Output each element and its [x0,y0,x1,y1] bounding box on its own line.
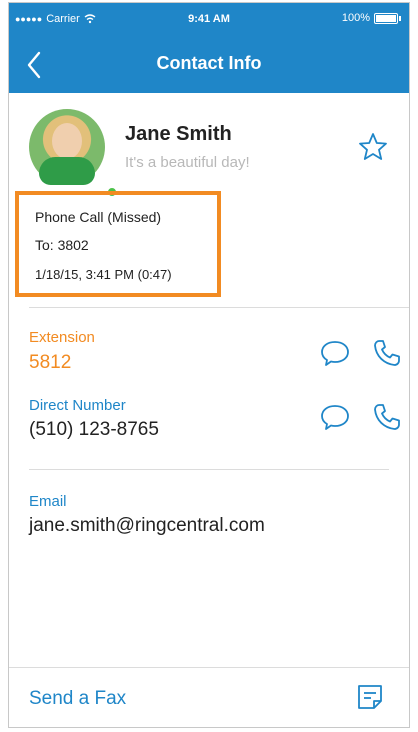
extension-label: Extension [29,329,95,346]
direct-call-button[interactable] [371,401,403,433]
extension-message-button[interactable] [319,337,351,369]
avatar[interactable] [29,109,118,198]
send-fax-button[interactable]: Send a Fax [29,688,126,710]
avatar-face [52,123,82,159]
direct-number-label: Direct Number [29,397,126,414]
contact-header: Jane Smith It's a beautiful day! [9,93,409,198]
fax-button[interactable] [355,682,387,714]
status-bar: ●●●●● Carrier 9:41 AM 100% [9,3,409,37]
missed-call-highlight: Phone Call (Missed) To: 3802 1/18/15, 3:… [15,191,221,297]
battery-icon [374,12,398,24]
direct-number-value[interactable]: (510) 123-8765 [29,419,159,441]
star-icon [359,133,387,160]
fax-icon [358,685,382,709]
chat-bubble-icon [321,341,349,366]
call-to: To: 3802 [35,237,89,253]
direct-message-button[interactable] [319,401,351,433]
call-datetime: 1/18/15, 3:41 PM (0:47) [35,267,172,282]
send-fax-row[interactable]: Send a Fax [9,667,409,727]
favorite-button[interactable] [357,131,389,163]
page-title: Contact Info [156,53,262,73]
extension-call-button[interactable] [371,337,403,369]
nav-bar: Contact Info [9,37,409,93]
battery-info: 100% [342,12,401,24]
header: ●●●●● Carrier 9:41 AM 100% Contact Info [9,3,409,93]
phone-icon [374,340,400,366]
call-type: Phone Call (Missed) [35,209,162,225]
chat-bubble-icon [321,405,349,430]
battery-tip [399,15,401,21]
contact-status-message: It's a beautiful day! [125,154,250,171]
battery-percent: 100% [341,12,370,24]
phone-icon [374,404,400,430]
contact-name: Jane Smith [125,123,232,145]
email-value[interactable]: jane.smith@ringcentral.com [29,515,265,537]
extension-value[interactable]: 5812 [29,352,71,374]
divider [29,469,389,470]
divider [29,307,409,308]
app-window: ●●●●● Carrier 9:41 AM 100% Contact Info … [8,2,410,728]
avatar-shirt [39,157,95,185]
email-label: Email [29,493,67,510]
